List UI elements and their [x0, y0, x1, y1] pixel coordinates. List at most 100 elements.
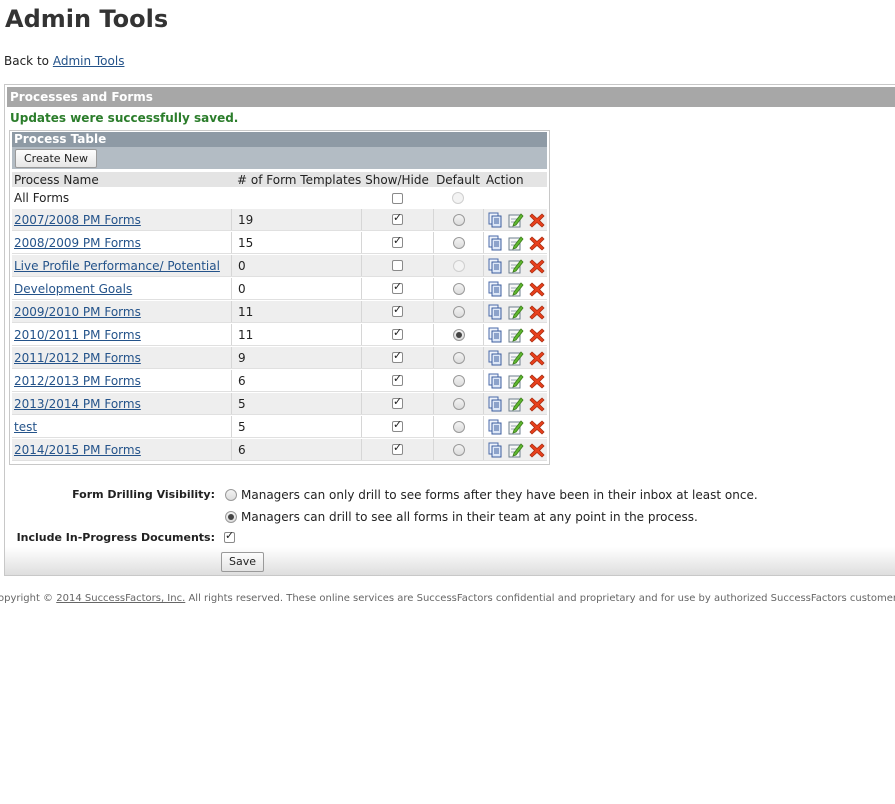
process-name-link[interactable]: 2007/2008 PM Forms — [14, 213, 141, 227]
drilling-option-2-radio[interactable] — [225, 511, 237, 523]
delete-icon[interactable] — [529, 396, 545, 412]
process-name-link[interactable]: 2012/2013 PM Forms — [14, 374, 141, 388]
delete-icon[interactable] — [529, 442, 545, 458]
edit-icon[interactable] — [508, 235, 524, 251]
copy-icon[interactable] — [487, 350, 503, 366]
show-hide-cell — [361, 209, 433, 230]
copy-icon[interactable] — [487, 373, 503, 389]
action-cell — [483, 370, 547, 391]
copy-icon[interactable] — [487, 327, 503, 343]
table-row: test 5 — [12, 416, 547, 438]
edit-icon[interactable] — [508, 373, 524, 389]
edit-icon[interactable] — [508, 327, 524, 343]
drilling-option-1-radio[interactable] — [225, 489, 237, 501]
edit-icon[interactable] — [508, 442, 524, 458]
edit-icon[interactable] — [508, 212, 524, 228]
default-radio[interactable] — [452, 213, 465, 226]
copy-icon[interactable] — [487, 304, 503, 320]
save-button[interactable]: Save — [221, 552, 265, 572]
show-hide-checkbox[interactable] — [392, 441, 403, 455]
drilling-option-1[interactable]: Managers can only drill to see forms aft… — [225, 488, 758, 502]
table-row: 2008/2009 PM Forms 15 — [12, 232, 547, 254]
show-hide-checkbox[interactable] — [392, 234, 403, 248]
all-forms-default-radio — [452, 192, 464, 204]
page-title: Admin Tools — [5, 5, 169, 33]
default-radio[interactable] — [452, 282, 465, 295]
all-forms-show-checkbox[interactable] — [391, 192, 403, 204]
all-forms-label: All Forms — [14, 191, 70, 205]
edit-icon[interactable] — [508, 350, 524, 366]
show-hide-checkbox[interactable] — [392, 372, 403, 386]
table-row: Live Profile Performance/ Potential 0 — [12, 255, 547, 277]
column-header-show-hide: Show/Hide — [365, 172, 429, 187]
delete-icon[interactable] — [529, 304, 545, 320]
show-hide-checkbox[interactable] — [392, 280, 403, 294]
panel-footer — [5, 547, 895, 575]
edit-icon[interactable] — [508, 396, 524, 412]
copy-icon[interactable] — [487, 258, 503, 274]
process-name-link[interactable]: 2013/2014 PM Forms — [14, 397, 141, 411]
default-cell — [433, 255, 483, 276]
process-name-link[interactable]: 2010/2011 PM Forms — [14, 328, 141, 342]
edit-icon[interactable] — [508, 419, 524, 435]
show-hide-cell — [361, 347, 433, 368]
drilling-option-2-label: Managers can drill to see all forms in t… — [241, 510, 698, 524]
process-name-link[interactable]: 2008/2009 PM Forms — [14, 236, 141, 250]
show-hide-checkbox[interactable] — [392, 303, 403, 317]
default-radio[interactable] — [452, 328, 465, 341]
delete-icon[interactable] — [529, 327, 545, 343]
delete-icon[interactable] — [529, 235, 545, 251]
delete-icon[interactable] — [529, 258, 545, 274]
edit-icon[interactable] — [508, 304, 524, 320]
process-name-link[interactable]: Live Profile Performance/ Potential — [14, 259, 220, 273]
drilling-visibility-label: Form Drilling Visibility: — [72, 488, 215, 501]
company-link[interactable]: 2014 SuccessFactors, Inc. — [56, 593, 185, 604]
back-to-admin-tools-link[interactable]: Admin Tools — [53, 54, 125, 68]
edit-icon[interactable] — [508, 281, 524, 297]
process-name-link[interactable]: 2014/2015 PM Forms — [14, 443, 141, 457]
table-header-row: Process Name # of Form Templates Show/Hi… — [12, 172, 547, 187]
action-cell — [483, 255, 547, 276]
copy-icon[interactable] — [487, 442, 503, 458]
processes-and-forms-panel: Processes and Forms Updates were success… — [4, 84, 895, 576]
create-new-button[interactable]: Create New — [15, 149, 98, 168]
form-template-count: 6 — [231, 439, 361, 460]
form-template-count: 19 — [231, 209, 361, 230]
default-radio[interactable] — [452, 397, 465, 410]
show-hide-checkbox[interactable] — [392, 326, 403, 340]
delete-icon[interactable] — [529, 373, 545, 389]
show-hide-checkbox[interactable] — [392, 349, 403, 363]
delete-icon[interactable] — [529, 212, 545, 228]
default-radio[interactable] — [452, 236, 465, 249]
action-cell — [483, 416, 547, 437]
process-name-link[interactable]: Development Goals — [14, 282, 132, 296]
copy-icon[interactable] — [487, 281, 503, 297]
form-template-count: 5 — [231, 416, 361, 437]
copy-icon[interactable] — [487, 419, 503, 435]
drilling-option-2[interactable]: Managers can drill to see all forms in t… — [225, 510, 698, 524]
copy-icon[interactable] — [487, 396, 503, 412]
delete-icon[interactable] — [529, 350, 545, 366]
delete-icon[interactable] — [529, 281, 545, 297]
in-progress-checkbox[interactable] — [224, 529, 235, 543]
process-name-link[interactable]: 2009/2010 PM Forms — [14, 305, 141, 319]
edit-icon[interactable] — [508, 258, 524, 274]
column-header-action: Action — [486, 172, 524, 187]
show-hide-checkbox[interactable] — [392, 260, 403, 271]
default-radio[interactable] — [452, 420, 465, 433]
default-radio[interactable] — [452, 374, 465, 387]
show-hide-checkbox[interactable] — [392, 395, 403, 409]
back-navigation: Back to Admin Tools — [4, 54, 124, 68]
default-radio[interactable] — [452, 443, 465, 456]
show-hide-checkbox[interactable] — [392, 211, 403, 225]
default-cell — [433, 347, 483, 368]
copy-icon[interactable] — [487, 235, 503, 251]
show-hide-checkbox[interactable] — [392, 418, 403, 432]
delete-icon[interactable] — [529, 419, 545, 435]
default-radio[interactable] — [452, 351, 465, 364]
process-name-link[interactable]: 2011/2012 PM Forms — [14, 351, 141, 365]
copy-icon[interactable] — [487, 212, 503, 228]
table-row: 2012/2013 PM Forms 6 — [12, 370, 547, 392]
process-name-link[interactable]: test — [14, 420, 37, 434]
default-radio[interactable] — [452, 305, 465, 318]
